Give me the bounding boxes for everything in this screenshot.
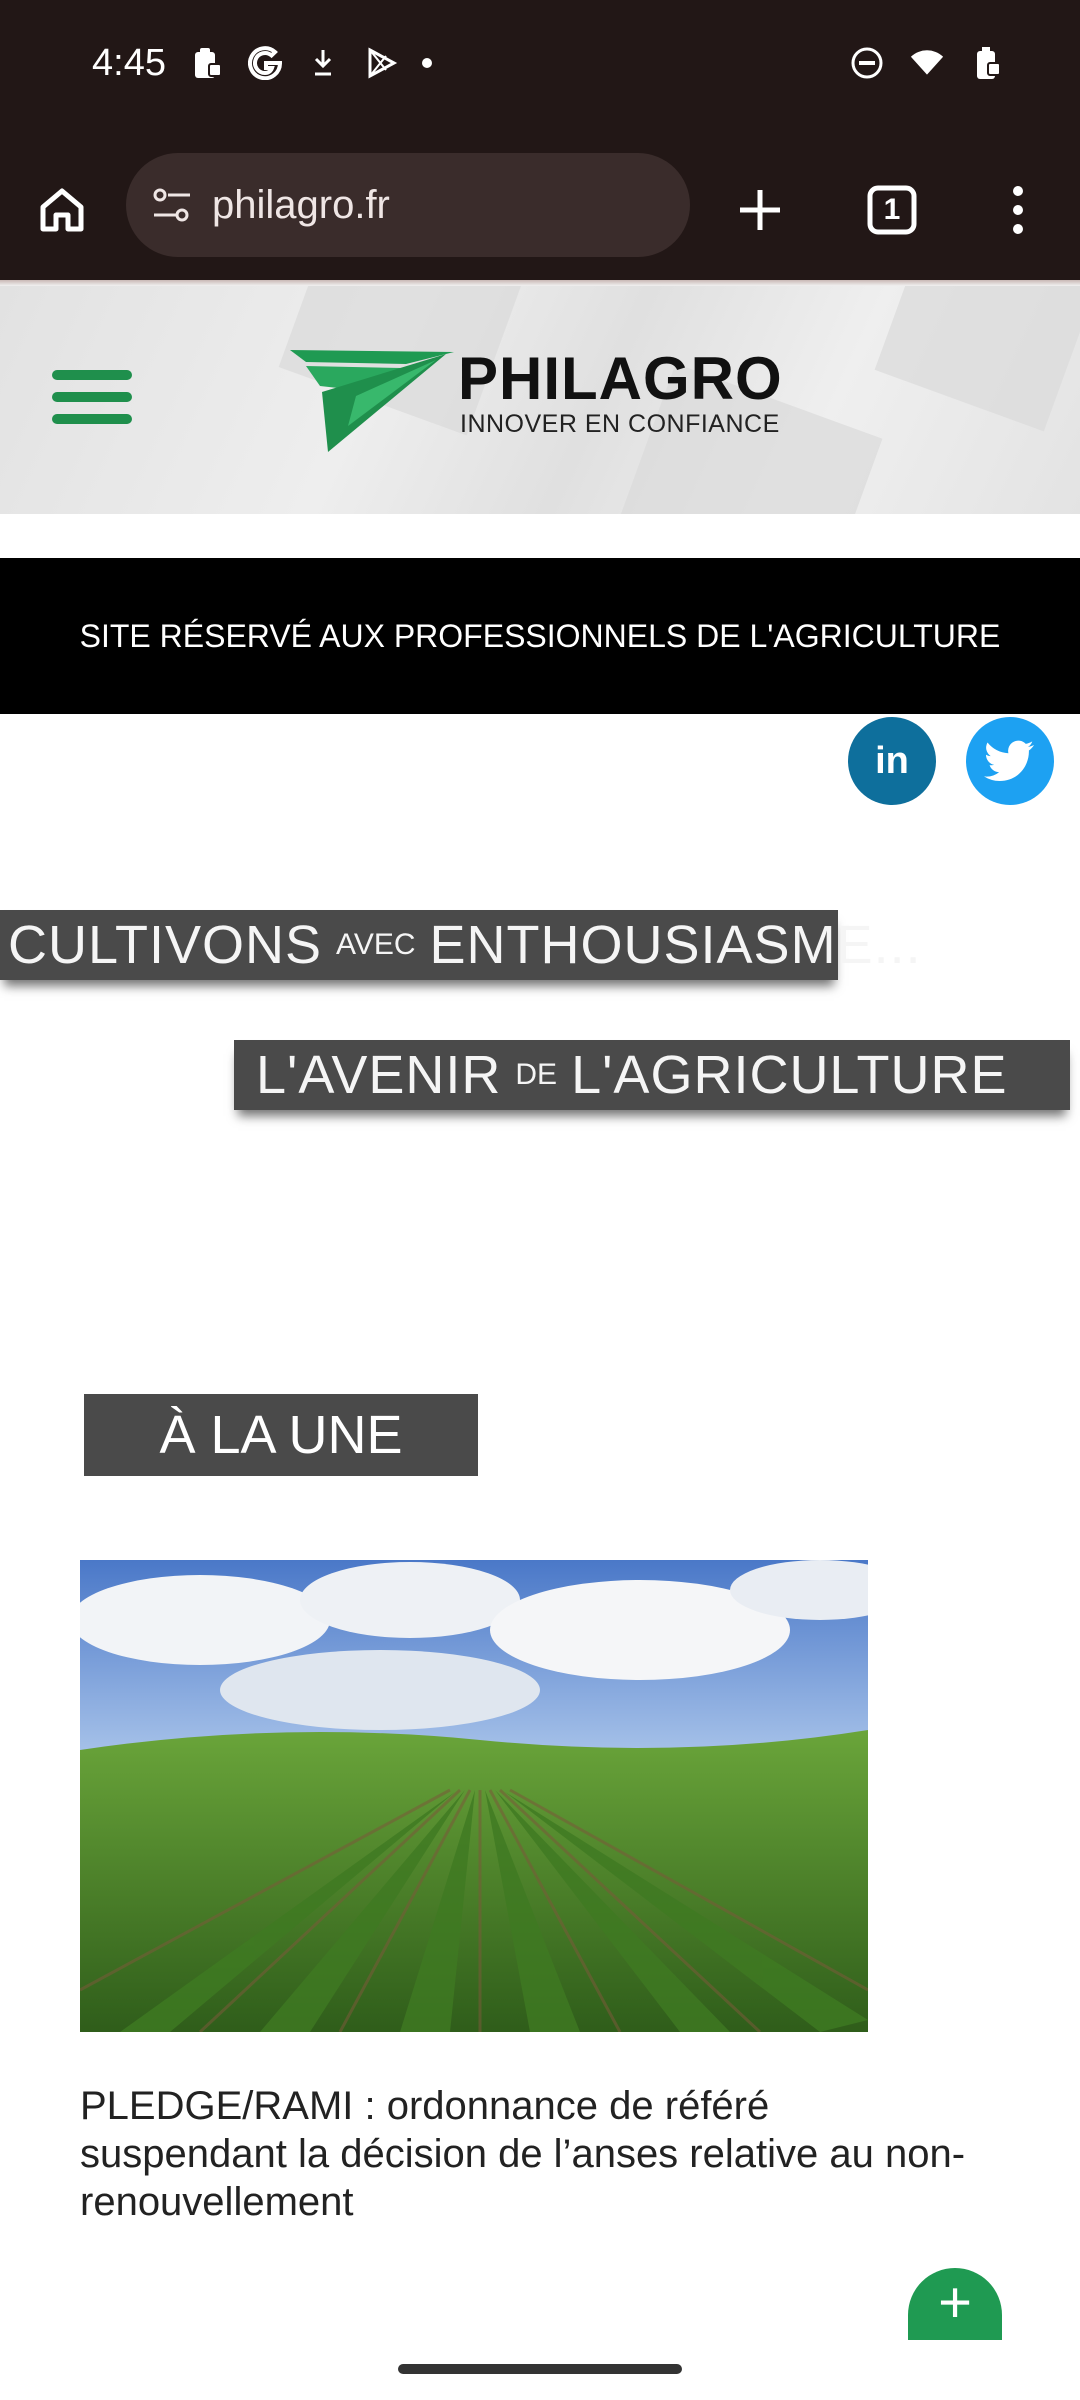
banner1-part2: ENTHOUSIASME... — [429, 915, 922, 975]
wifi-icon — [910, 46, 944, 80]
twitter-icon — [984, 740, 1034, 781]
new-tab-icon[interactable] — [720, 170, 800, 250]
slogan-banner-1: CULTIVONS AVEC ENTHOUSIASME... — [0, 910, 921, 980]
article-title-link[interactable]: PLEDGE/RAMI : ordonnance de référé suspe… — [80, 2082, 980, 2226]
banner1-small: AVEC — [336, 928, 416, 961]
banner2-small: DE — [515, 1058, 558, 1091]
google-icon — [248, 46, 282, 80]
more-button[interactable]: + — [908, 2268, 1002, 2340]
download-icon — [306, 46, 340, 80]
tabs-icon[interactable]: 1 — [852, 170, 932, 250]
url-text[interactable]: philagro.fr — [212, 183, 390, 228]
url-bar[interactable]: philagro.fr — [126, 153, 690, 257]
status-time: 4:45 — [92, 42, 166, 84]
home-icon[interactable] — [22, 170, 102, 250]
dot-icon — [422, 58, 432, 68]
section-title-text: À LA UNE — [159, 1405, 403, 1465]
battery-icon — [970, 46, 1004, 80]
play-store-icon — [364, 46, 398, 80]
twitter-button[interactable] — [966, 717, 1054, 805]
philagro-logo-icon[interactable] — [286, 346, 456, 456]
tab-count: 1 — [883, 193, 901, 226]
linkedin-icon: in — [875, 739, 909, 782]
status-bar: 4:45 — [0, 0, 1080, 140]
header-decoration — [874, 286, 1080, 432]
logo-subtitle: INNOVER EN CONFIANCE — [460, 410, 780, 438]
logo-title: PHILAGRO — [458, 345, 783, 412]
site-settings-icon[interactable] — [148, 181, 196, 229]
site-header: PHILAGRO INNOVER EN CONFIANCE — [0, 286, 1080, 514]
professional-notice: SITE RÉSERVÉ AUX PROFESSIONNELS DE L'AGR… — [0, 558, 1080, 714]
more-icon[interactable] — [978, 170, 1058, 250]
banner2-part1: L'AVENIR — [256, 1045, 502, 1105]
section-title: À LA UNE — [84, 1394, 478, 1476]
home-indicator[interactable] — [398, 2364, 682, 2374]
banner1-part1: CULTIVONS — [8, 915, 323, 975]
clipboard-lock-icon — [190, 46, 224, 80]
menu-button[interactable] — [52, 370, 132, 434]
notice-text: SITE RÉSERVÉ AUX PROFESSIONNELS DE L'AGR… — [79, 617, 1001, 654]
vineyard-image[interactable] — [80, 1560, 868, 2032]
banner2-part2: L'AGRICULTURE — [571, 1045, 1008, 1105]
do-not-disturb-icon — [850, 46, 884, 80]
linkedin-button[interactable]: in — [848, 717, 936, 805]
slogan-banner-2: L'AVENIR DE L'AGRICULTURE — [234, 1040, 1070, 1110]
browser-toolbar: philagro.fr 1 — [0, 140, 1080, 280]
plus-icon: + — [938, 2270, 972, 2335]
